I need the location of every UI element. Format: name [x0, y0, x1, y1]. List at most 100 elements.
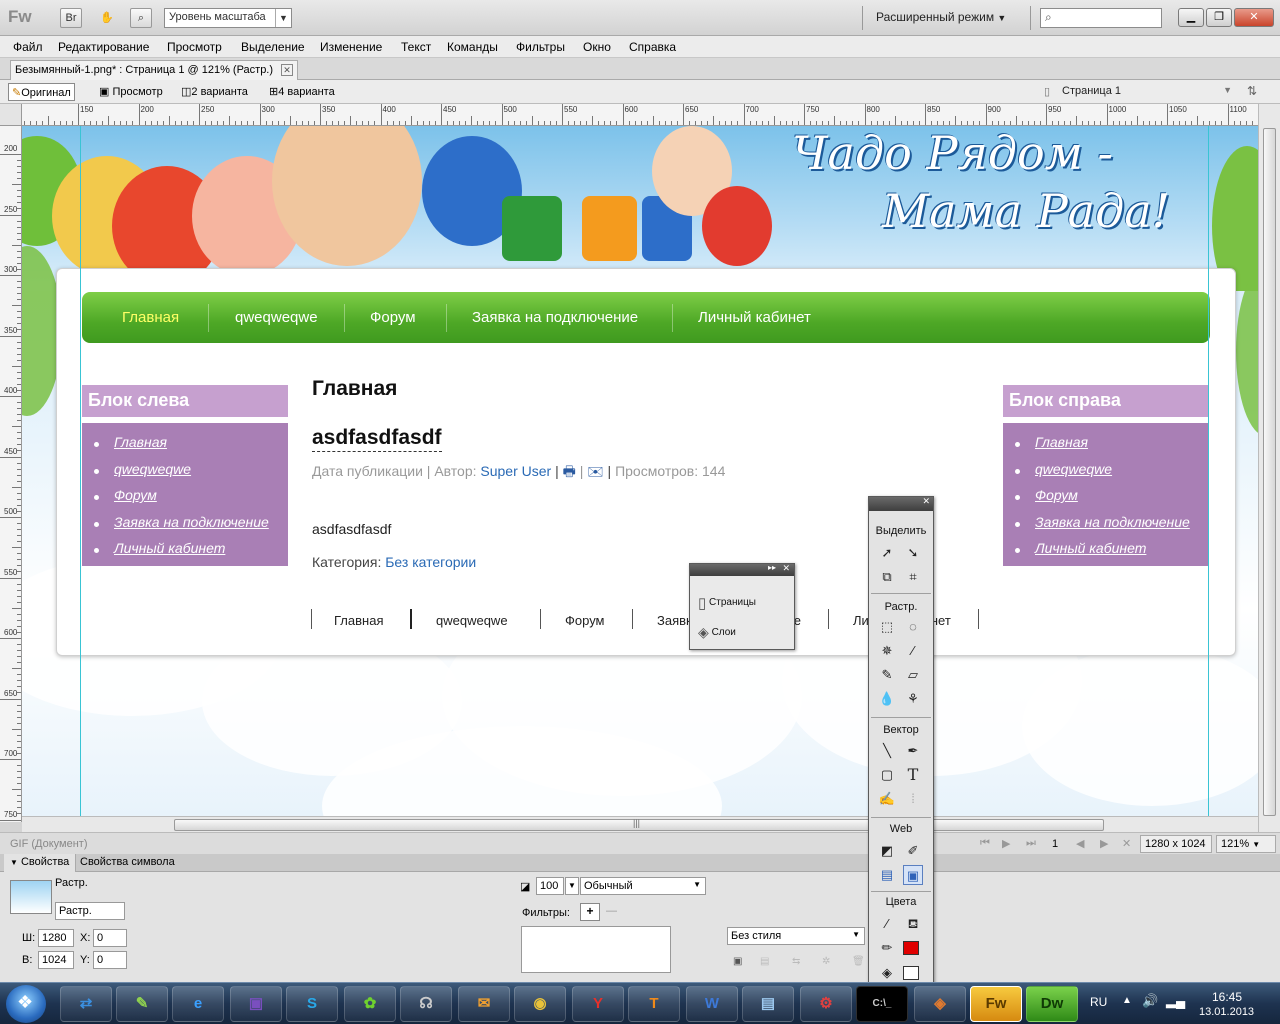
window-close-button[interactable]: ✕ — [1234, 8, 1274, 27]
play-icon[interactable]: ▶ — [1002, 837, 1010, 850]
opacity-dropdown-icon[interactable]: ▼ — [565, 877, 579, 895]
eyedropper-tool-icon[interactable]: ⁄ — [877, 914, 897, 934]
stop-icon[interactable]: ✕ — [1122, 837, 1131, 850]
close-tab-icon[interactable]: ✕ — [281, 64, 294, 76]
clock-date[interactable]: 13.01.2013 — [1199, 1006, 1254, 1018]
left-link-request[interactable]: Заявка на подключение — [114, 514, 269, 530]
clock-time[interactable]: 16:45 — [1212, 990, 1242, 1004]
page-select[interactable]: Страница 1 ▼ — [1040, 83, 1238, 101]
brush-tool-icon[interactable]: ⁄ — [903, 641, 923, 661]
slice-tool-icon[interactable]: ✐ — [903, 841, 923, 861]
magic-wand-icon[interactable]: ✵ — [877, 641, 897, 661]
pen-tool-icon[interactable]: ✒ — [903, 741, 923, 761]
four-up-button[interactable]: ⊞4 варианта — [266, 83, 338, 101]
vertical-scroll-thumb[interactable] — [1263, 128, 1276, 816]
t-app-icon[interactable]: T — [628, 986, 680, 1022]
redefine-style-icon[interactable]: ▤ — [760, 956, 769, 967]
first-frame-icon[interactable]: ⏮ — [980, 837, 990, 850]
start-button[interactable]: ❖ — [6, 985, 46, 1023]
right-link-cabinet[interactable]: Личный кабинет — [1035, 540, 1146, 556]
vertical-scrollbar[interactable] — [1258, 104, 1280, 832]
rainmeter-icon[interactable]: ⚙ — [800, 986, 852, 1022]
restore-button[interactable]: ❐ — [1206, 8, 1232, 27]
tab-properties[interactable]: ▼ Свойства — [4, 854, 77, 872]
right-link-request[interactable]: Заявка на подключение — [1035, 514, 1190, 530]
skype-icon[interactable]: S — [286, 986, 338, 1022]
menu-commands[interactable]: Команды — [447, 40, 498, 54]
freeform-tool-icon[interactable]: ✍ — [877, 789, 897, 809]
menu-modify[interactable]: Изменение — [320, 40, 382, 54]
menu-file[interactable]: Файл — [13, 40, 43, 54]
marquee-tool-icon[interactable]: ⬚ — [877, 617, 897, 637]
volume-icon[interactable]: 🔊 — [1142, 993, 1158, 1009]
layers-item[interactable]: ◈ Слои — [698, 624, 736, 641]
knife-tool-icon[interactable]: ⁞ — [903, 789, 923, 809]
left-link-home[interactable]: Главная — [114, 434, 167, 450]
pencil-tool-icon[interactable]: ✎ — [877, 665, 897, 685]
footer-link-qweqweqwe[interactable]: qweqweqwe — [436, 613, 508, 628]
delete-style-icon[interactable]: 🗑 — [852, 956, 865, 967]
canvas-size[interactable]: 1280 x 1024 — [1140, 835, 1212, 853]
style-select[interactable]: Без стиля ▼ — [727, 927, 865, 945]
pointer-tool-icon[interactable]: ➚ — [877, 543, 897, 563]
two-up-button[interactable]: ◫2 варианта — [178, 83, 251, 101]
menu-help[interactable]: Справка — [629, 40, 676, 54]
menu-edit[interactable]: Редактирование — [58, 40, 149, 54]
document-tab[interactable]: Безымянный-1.png* : Страница 1 @ 121% (Р… — [10, 60, 299, 80]
notepad-plus-icon[interactable]: ✎ — [116, 986, 168, 1022]
menu-select[interactable]: Выделение — [241, 40, 305, 54]
email-icon[interactable]: ✉ — [587, 463, 603, 479]
minimize-button[interactable]: ▁ — [1178, 8, 1204, 27]
blend-mode-select[interactable]: Обычный ▼ — [580, 877, 706, 895]
remove-filter-icon[interactable]: — — [606, 905, 617, 917]
nav-item-request[interactable]: Заявка на подключение — [472, 309, 638, 326]
horizontal-ruler[interactable]: 150 200 250 300 350 400 450 500 550 600 650 700 750 8… — [22, 104, 1258, 126]
vertical-ruler[interactable]: 200 250 300 350 400 450 500 550 600 650 700 750 — [0, 126, 22, 822]
ruler-corner[interactable] — [0, 104, 22, 126]
footer-link-forum[interactable]: Форум — [565, 613, 605, 628]
article-title[interactable]: asdfasdfasdf — [312, 426, 442, 452]
horizontal-scroll-thumb[interactable]: ||| — [174, 818, 1104, 831]
panel-header[interactable]: ▸▸ ✕ — [690, 563, 794, 576]
add-filter-button[interactable]: + — [580, 903, 600, 921]
panel-header[interactable]: ✕ — [869, 496, 933, 511]
break-link-icon[interactable]: ⇆ — [792, 956, 800, 967]
icq-icon[interactable]: ✿ — [344, 986, 396, 1022]
eraser-tool-icon[interactable]: ▱ — [903, 665, 923, 685]
zoom-readout[interactable]: 121% ▼ — [1216, 835, 1276, 853]
x-input[interactable]: 0 — [93, 929, 127, 947]
nav-item-qweqweqwe[interactable]: qweqweqwe — [235, 309, 318, 326]
right-link-forum[interactable]: Форум — [1035, 487, 1078, 503]
close-icon[interactable]: ✕ — [922, 496, 930, 507]
line-tool-icon[interactable]: ╲ — [877, 741, 897, 761]
tray-arrow-icon[interactable]: ▲ — [1122, 995, 1132, 1006]
category-link[interactable]: Без категории — [385, 554, 476, 570]
stamp-tool-icon[interactable]: ⚘ — [903, 689, 923, 709]
teamviewer-icon[interactable]: ⇄ — [60, 986, 112, 1022]
cmd-icon[interactable]: C:\_ — [856, 986, 908, 1022]
gallery-icon[interactable]: ◈ — [914, 986, 966, 1022]
y-input[interactable]: 0 — [93, 951, 127, 969]
right-link-home[interactable]: Главная — [1035, 434, 1088, 450]
zoom-tool-icon[interactable]: ⌕ — [130, 8, 152, 28]
menu-text[interactable]: Текст — [401, 40, 431, 54]
hand-tool-icon[interactable]: ✋ — [96, 8, 118, 28]
footer-link-home[interactable]: Главная — [334, 613, 383, 628]
tab-symbol-properties[interactable]: Свойства символа — [80, 856, 175, 868]
show-slices-icon[interactable]: ▣ — [903, 865, 923, 885]
lasso-tool-icon[interactable]: ◌ — [903, 617, 923, 637]
outlook-icon[interactable]: ✉ — [458, 986, 510, 1022]
chrome-icon[interactable]: ◉ — [514, 986, 566, 1022]
guide-line[interactable] — [1208, 126, 1209, 816]
subselect-tool-icon[interactable]: ➘ — [903, 543, 923, 563]
headphones-icon[interactable]: ☊ — [400, 986, 452, 1022]
pages-item[interactable]: ▯ Страницы — [698, 594, 756, 612]
filters-list[interactable] — [521, 926, 671, 973]
print-icon[interactable]: 🖶 — [563, 463, 576, 479]
nav-item-cabinet[interactable]: Личный кабинет — [698, 309, 811, 326]
fill-bucket-icon[interactable]: ◈ — [877, 963, 897, 983]
preview-button[interactable]: ▣ Просмотр — [96, 83, 166, 101]
next-frame-icon[interactable]: ▶ — [1100, 837, 1108, 850]
dreamweaver-taskbar-button[interactable]: Dw — [1026, 986, 1078, 1022]
hide-slices-icon[interactable]: ▤ — [877, 865, 897, 885]
